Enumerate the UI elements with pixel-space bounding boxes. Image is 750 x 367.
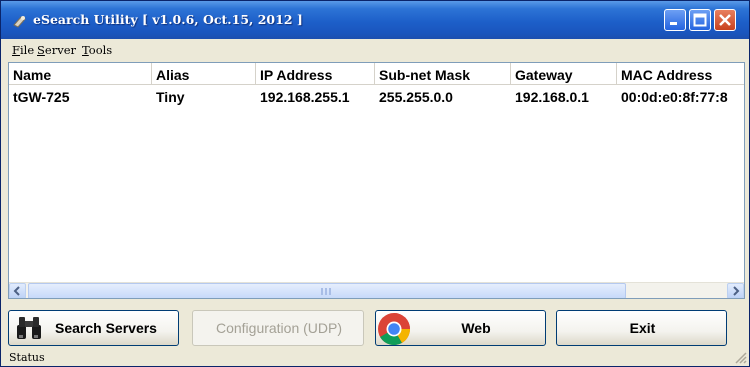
column-header-mac-address[interactable]: MAC Address — [617, 63, 744, 85]
menu-file[interactable]: File — [12, 43, 34, 57]
cell-alias: Tiny — [156, 89, 185, 105]
scrollbar-thumb[interactable] — [28, 283, 626, 298]
cell-name: tGW-725 — [13, 89, 70, 105]
server-list[interactable]: Name Alias IP Address Sub-net Mask Gatew… — [8, 62, 745, 299]
configuration-udp-button[interactable]: Configuration (UDP) — [192, 310, 364, 346]
column-header-alias[interactable]: Alias — [152, 63, 256, 85]
column-header-gateway[interactable]: Gateway — [511, 63, 617, 85]
scroll-right-arrow-icon[interactable] — [727, 283, 744, 298]
exit-label: Exit — [629, 320, 656, 336]
scrollbar-grip-icon — [319, 288, 335, 296]
column-header-ip-address[interactable]: IP Address — [256, 63, 375, 85]
web-button[interactable]: Web — [375, 310, 546, 346]
close-button[interactable] — [714, 9, 736, 31]
list-header: Name Alias IP Address Sub-net Mask Gatew… — [9, 63, 744, 85]
cell-mac-address: 00:0d:e0:8f:77:8 — [621, 89, 728, 105]
scroll-left-arrow-icon[interactable] — [9, 283, 26, 298]
binoculars-icon — [15, 315, 43, 344]
esearch-window: eSearch Utility [ v1.0.6, Oct.15, 2012 ]… — [0, 0, 750, 367]
cell-ip-address: 192.168.255.1 — [260, 89, 350, 105]
window-title: eSearch Utility [ v1.0.6, Oct.15, 2012 ] — [33, 12, 303, 27]
menu-server[interactable]: Server — [37, 43, 76, 57]
table-row[interactable]: tGW-725 Tiny 192.168.255.1 255.255.0.0 1… — [9, 86, 744, 106]
menu-tools[interactable]: Tools — [82, 43, 112, 57]
search-servers-button[interactable]: Search Servers — [8, 310, 179, 346]
resize-grip-icon[interactable] — [735, 352, 747, 364]
cell-gateway: 192.168.0.1 — [515, 89, 589, 105]
maximize-button[interactable] — [689, 9, 711, 31]
status-text: Status — [9, 351, 45, 364]
column-header-name[interactable]: Name — [9, 63, 152, 85]
minimize-button[interactable] — [664, 9, 686, 31]
cell-subnet-mask: 255.255.0.0 — [379, 89, 453, 105]
title-bar[interactable]: eSearch Utility [ v1.0.6, Oct.15, 2012 ] — [1, 1, 749, 39]
exit-button[interactable]: Exit — [556, 310, 727, 346]
column-header-subnet-mask[interactable]: Sub-net Mask — [375, 63, 511, 85]
web-label: Web — [461, 320, 491, 336]
search-servers-label: Search Servers — [55, 320, 157, 336]
menu-bar: File Server Tools — [7, 39, 745, 61]
status-bar: Status — [5, 350, 747, 366]
app-icon — [12, 13, 28, 29]
horizontal-scrollbar[interactable] — [9, 282, 744, 298]
configuration-udp-label: Configuration (UDP) — [215, 320, 343, 336]
